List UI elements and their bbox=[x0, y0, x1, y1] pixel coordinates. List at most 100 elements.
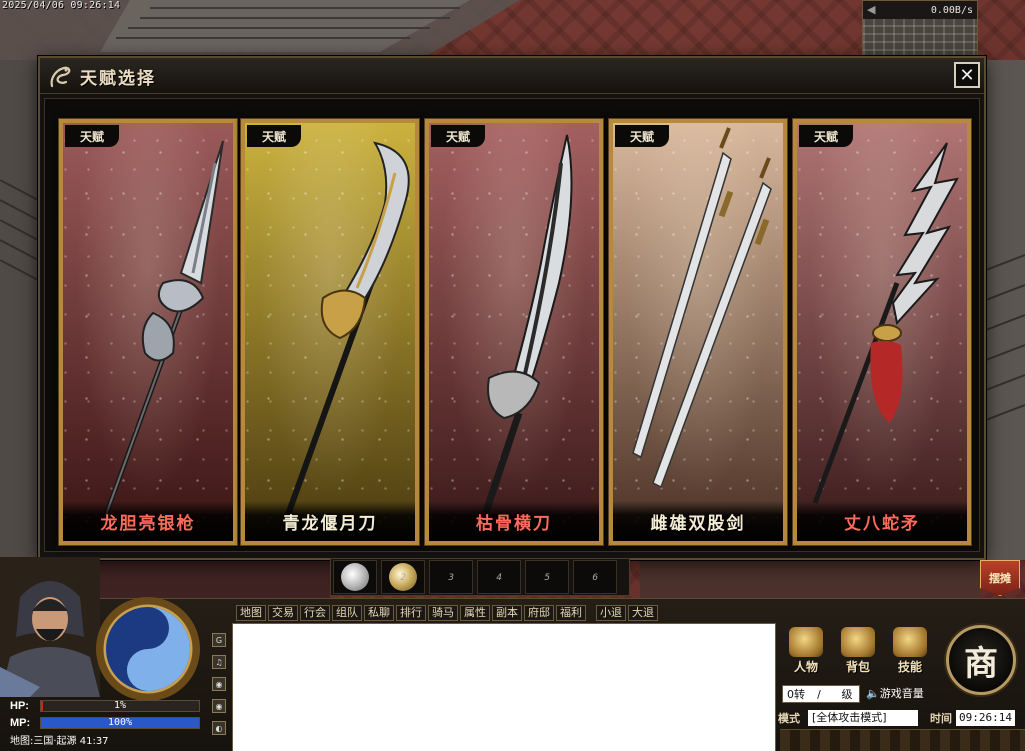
side-icon-5[interactable]: ◐ bbox=[212, 721, 226, 735]
weapon-name: 雌雄双股剑 bbox=[650, 513, 746, 534]
character-label: 人物 bbox=[793, 660, 818, 674]
slot-number: 3 bbox=[448, 573, 454, 583]
talent-tag: 天赋 bbox=[247, 125, 301, 147]
tab-10[interactable]: 府邸 bbox=[524, 605, 554, 621]
talent-card-spear[interactable]: 天赋龙胆亮银枪 bbox=[58, 118, 238, 546]
side-icon-4[interactable]: ◉ bbox=[212, 699, 226, 713]
snake-weapon-icon bbox=[812, 142, 959, 504]
talent-tag: 天赋 bbox=[65, 125, 119, 147]
card-name-bar: 龙胆亮银枪 bbox=[63, 501, 233, 541]
mp-label: MP: bbox=[10, 716, 31, 729]
mp-row: MP: 100% bbox=[10, 714, 200, 731]
minimap[interactable]: ◀ 0.00B/s bbox=[862, 0, 978, 59]
card-name-bar: 雌雄双股剑 bbox=[613, 501, 783, 541]
tab-3[interactable]: 行会 bbox=[300, 605, 330, 621]
side-icon-2[interactable]: ♫ bbox=[212, 655, 226, 669]
side-icon-1[interactable]: G bbox=[212, 633, 226, 647]
weapon-name: 龙胆亮银枪 bbox=[100, 513, 196, 534]
talent-selection-dialog: 天赋选择 ✕ 天赋 龙胆亮银枪 天赋 青龙偃月刀 天赋 枯骨横刀 天赋 雌雄双股剑 天赋 丈八蛇矛 bbox=[38, 56, 986, 560]
talent-card-snake[interactable]: 天赋丈八蛇矛 bbox=[792, 118, 972, 546]
rebirth-count: 0转 bbox=[787, 688, 805, 701]
bag-icon bbox=[841, 627, 875, 657]
talent-card-twin[interactable]: 天赋 雌雄双股剑 bbox=[608, 118, 788, 546]
tab-1[interactable]: 地图 bbox=[236, 605, 266, 621]
bag-button[interactable]: 背包 bbox=[836, 627, 880, 675]
character-icon bbox=[789, 627, 823, 657]
minimap-area[interactable] bbox=[863, 19, 977, 59]
hp-label: HP: bbox=[10, 699, 29, 712]
skill-slot-2[interactable]: 2 bbox=[381, 560, 425, 594]
player-stats: HP: 1% MP: 100% 地图:三国·起源 41:37 bbox=[10, 697, 200, 747]
skills-scroll-icon bbox=[893, 627, 927, 657]
close-button[interactable]: ✕ bbox=[954, 62, 980, 88]
weapon-name: 枯骨横刀 bbox=[476, 513, 552, 534]
slot-number: 2 bbox=[400, 573, 406, 583]
level-display: 0转 / 级 bbox=[782, 685, 860, 703]
slot-number: 6 bbox=[592, 573, 598, 583]
time-label: 时间 bbox=[930, 712, 952, 725]
skill-slot-4[interactable]: 4 bbox=[477, 560, 521, 594]
skill-gem-icon bbox=[341, 563, 369, 591]
dialog-title: 天赋选择 bbox=[80, 69, 156, 89]
spear-weapon-icon bbox=[100, 140, 224, 524]
chat-area[interactable] bbox=[232, 623, 776, 751]
tab-11[interactable]: 福利 bbox=[556, 605, 586, 621]
mp-value: 100% bbox=[107, 716, 133, 728]
tab-7[interactable]: 骑马 bbox=[428, 605, 458, 621]
minimap-topbar: 0.00B/s bbox=[863, 1, 977, 19]
talent-tag: 天赋 bbox=[431, 125, 485, 147]
side-icon-3[interactable]: ◉ bbox=[212, 677, 226, 691]
talent-card-blade[interactable]: 天赋枯骨横刀 bbox=[424, 118, 604, 546]
card-name-bar: 枯骨横刀 bbox=[429, 501, 599, 541]
hp-bar: 1% bbox=[40, 699, 200, 712]
attack-mode-select[interactable]: [全体攻击模式] bbox=[808, 710, 918, 726]
blade-weapon-icon bbox=[475, 134, 573, 535]
hp-row: HP: 1% bbox=[10, 697, 200, 714]
map-location: 地图:三国·起源 41:37 bbox=[10, 736, 109, 747]
volume-icon: 🔈 bbox=[866, 687, 880, 700]
yin-yang-icon bbox=[106, 607, 190, 691]
tab-2[interactable]: 交易 bbox=[268, 605, 298, 621]
side-icon-column: G ♫ ◉ ◉ ◐ bbox=[212, 633, 228, 743]
screen-timestamp: 2025/04/06 09:26:14 bbox=[2, 0, 121, 11]
level-slash: / bbox=[817, 687, 821, 701]
tab-4[interactable]: 组队 bbox=[332, 605, 362, 621]
skill-slot-1[interactable] bbox=[333, 560, 377, 594]
talent-tag: 天赋 bbox=[799, 125, 853, 147]
clock-time: 09:26:14 bbox=[956, 710, 1015, 726]
mode-row: 模式 [全体攻击模式] 时间 09:26:14 bbox=[778, 709, 1025, 727]
slot-number: 5 bbox=[544, 573, 550, 583]
character-button[interactable]: 人物 bbox=[784, 627, 828, 675]
talent-card-glaive[interactable]: 天赋青龙偃月刀 bbox=[240, 118, 420, 546]
skill-slot-6[interactable]: 6 bbox=[573, 560, 617, 594]
volume-control[interactable]: 🔈游戏音量 bbox=[866, 685, 924, 701]
shop-button[interactable]: 商 bbox=[946, 625, 1016, 695]
tab-9[interactable]: 副本 bbox=[492, 605, 522, 621]
skills-button[interactable]: 技能 bbox=[888, 627, 932, 675]
skill-slot-5[interactable]: 5 bbox=[525, 560, 569, 594]
volume-label: 游戏音量 bbox=[879, 687, 924, 700]
hero-portrait[interactable] bbox=[0, 557, 100, 697]
tab-5[interactable]: 私聊 bbox=[364, 605, 394, 621]
tab-8[interactable]: 属性 bbox=[460, 605, 490, 621]
card-name-bar: 青龙偃月刀 bbox=[245, 501, 415, 541]
bottom-hud: G ♫ ◉ ◉ ◐ HP: 1% MP: 100% 地图:三国·起源 41:37… bbox=[0, 557, 1025, 751]
mp-bar: 100% bbox=[40, 716, 200, 729]
dragon-emblem-icon bbox=[50, 66, 71, 88]
yin-yang-orb bbox=[96, 597, 200, 701]
tab-6[interactable]: 排行 bbox=[396, 605, 426, 621]
twin-weapon-icon bbox=[632, 127, 772, 489]
tab-13[interactable]: 大退 bbox=[628, 605, 658, 621]
skills-label: 技能 bbox=[897, 660, 922, 674]
level-label: 级 bbox=[841, 688, 853, 701]
tab-12[interactable]: 小退 bbox=[596, 605, 626, 621]
weapon-name: 青龙偃月刀 bbox=[282, 513, 378, 534]
skill-slot-3[interactable]: 3 bbox=[429, 560, 473, 594]
net-speed: 0.00B/s bbox=[930, 4, 973, 16]
dialog-header: 天赋选择 ✕ bbox=[40, 58, 984, 94]
talent-cards-panel: 天赋 龙胆亮银枪 天赋 青龙偃月刀 天赋 枯骨横刀 天赋 雌雄双股剑 天赋 丈八蛇矛 bbox=[44, 98, 980, 552]
hud-ornament bbox=[780, 729, 1025, 751]
weapon-name: 丈八蛇矛 bbox=[844, 513, 920, 534]
slot-number: 4 bbox=[496, 573, 502, 583]
mode-label: 模式 bbox=[778, 712, 800, 725]
